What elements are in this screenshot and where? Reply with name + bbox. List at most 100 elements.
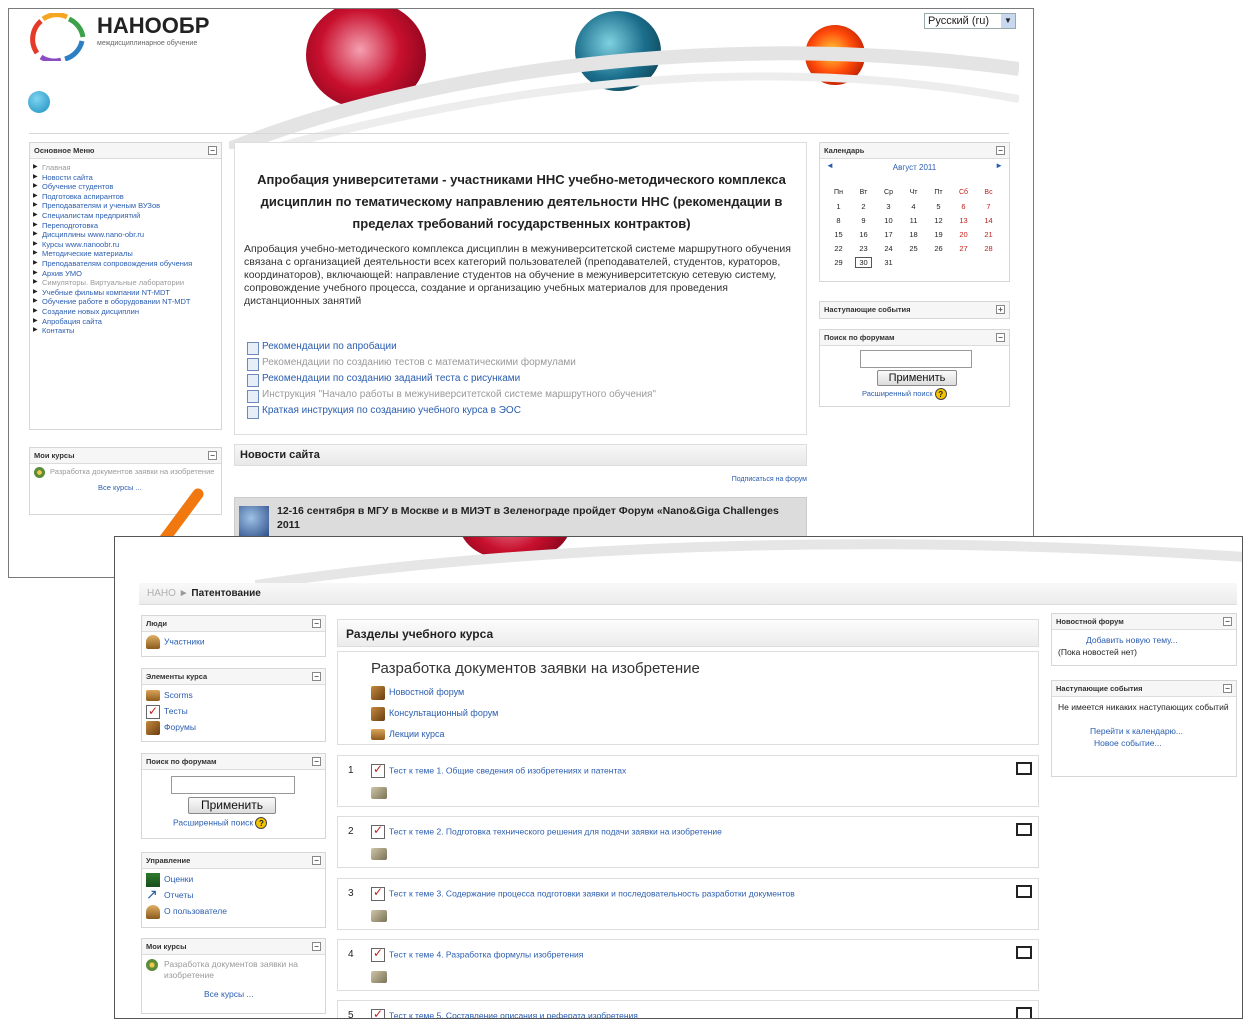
topic-quiz-link[interactable]: Тест к теме 1. Общие сведения об изобрет… (389, 765, 626, 775)
topic-quiz-link[interactable]: Тест к теме 2. Подготовка технического р… (389, 826, 722, 836)
highlight-checkbox[interactable] (1016, 762, 1032, 775)
edit-icon[interactable] (371, 848, 387, 860)
calendar-day[interactable]: 2 (851, 199, 876, 213)
forums-link[interactable]: Форумы (164, 722, 196, 732)
calendar-day[interactable]: 26 (926, 241, 951, 255)
calendar-day[interactable]: 25 (901, 241, 926, 255)
collapse-icon[interactable]: − (996, 333, 1005, 342)
edit-icon[interactable] (371, 787, 387, 799)
main-menu-item[interactable]: Специалистам предприятий (33, 211, 217, 221)
main-menu-item[interactable]: Симуляторы. Виртуальные лаборатории (33, 278, 217, 288)
calendar-day[interactable]: 6 (951, 199, 976, 213)
calendar-day[interactable]: 20 (951, 227, 976, 241)
calendar-day[interactable]: 21 (976, 227, 1001, 241)
main-menu-item[interactable]: Преподавателям сопровождения обучения (33, 259, 217, 269)
reports-link[interactable]: Отчеты (164, 890, 193, 900)
calendar-day[interactable]: 4 (901, 199, 926, 213)
recommendation-link[interactable]: Инструкция "Начало работы в межуниверсит… (245, 387, 656, 403)
my-course-link[interactable]: Разработка документов заявки на изобрете… (164, 959, 298, 980)
calendar-day[interactable]: 15 (826, 227, 851, 241)
calendar-day[interactable]: 8 (826, 213, 851, 227)
highlight-checkbox[interactable] (1016, 1007, 1032, 1018)
calendar-next-icon[interactable]: ► (995, 161, 1003, 170)
news-forum-link[interactable]: Новостной форум (389, 687, 464, 697)
new-event-link[interactable]: Новое событие... (1058, 737, 1230, 749)
my-course-link[interactable]: Разработка документов заявки на изобрете… (50, 467, 214, 476)
collapse-icon[interactable]: − (312, 672, 321, 681)
calendar-day[interactable]: 9 (851, 213, 876, 227)
calendar-day[interactable]: 18 (901, 227, 926, 241)
main-menu-item[interactable]: Архив УМО (33, 269, 217, 279)
edit-icon[interactable] (371, 971, 387, 983)
main-menu-item[interactable]: Контакты (33, 326, 217, 336)
lectures-link[interactable]: Лекции курса (389, 729, 445, 739)
highlight-checkbox[interactable] (1016, 823, 1032, 836)
main-menu-item[interactable]: Преподавателям и ученым ВУЗов (33, 201, 217, 211)
grades-link[interactable]: Оценки (164, 874, 193, 884)
calendar-day[interactable]: 10 (876, 213, 901, 227)
tests-link[interactable]: Тесты (164, 706, 188, 716)
calendar-day[interactable]: 29 (826, 255, 851, 269)
highlight-checkbox[interactable] (1016, 885, 1032, 898)
advanced-search-link[interactable]: Расширенный поиск (173, 817, 253, 827)
collapse-icon[interactable]: − (1223, 617, 1232, 626)
calendar-day[interactable]: 16 (851, 227, 876, 241)
forum-search-button[interactable]: Применить (877, 370, 957, 386)
calendar-day[interactable]: 12 (926, 213, 951, 227)
calendar-day[interactable]: 1 (826, 199, 851, 213)
forum-search-input[interactable] (171, 776, 295, 794)
calendar-month[interactable]: Август 2011 (820, 163, 1009, 172)
goto-calendar-link[interactable]: Перейти к календарю... (1058, 713, 1230, 737)
main-menu-item[interactable]: Апробация сайта (33, 317, 217, 327)
calendar-day[interactable]: 30 (851, 255, 876, 269)
recommendation-link[interactable]: Рекомендации по созданию заданий теста с… (245, 371, 656, 387)
topic-quiz-link[interactable]: Тест к теме 4. Разработка формулы изобре… (389, 949, 583, 959)
scorms-link[interactable]: Scorms (164, 690, 193, 700)
calendar-day[interactable]: 31 (876, 255, 901, 269)
advanced-search-link[interactable]: Расширенный поиск (862, 389, 933, 398)
news-item-title[interactable]: 12-16 сентября в МГУ в Москве и в МИЭТ в… (277, 504, 797, 532)
calendar-day[interactable]: 24 (876, 241, 901, 255)
participants-link[interactable]: Участники (164, 636, 205, 646)
profile-link[interactable]: О пользователе (164, 906, 227, 916)
help-icon[interactable]: ? (255, 817, 268, 829)
collapse-icon[interactable]: − (312, 942, 321, 951)
main-menu-item[interactable]: Создание новых дисциплин (33, 307, 217, 317)
main-menu-item[interactable]: Учебные фильмы компании NT-MDT (33, 288, 217, 298)
calendar-day[interactable]: 22 (826, 241, 851, 255)
help-icon[interactable]: ? (934, 388, 947, 400)
calendar-day[interactable]: 3 (876, 199, 901, 213)
all-courses-link[interactable]: Все курсы ... (142, 981, 325, 999)
main-menu-item[interactable]: Переподготовка (33, 221, 217, 231)
collapse-icon[interactable]: − (208, 146, 217, 155)
add-topic-link[interactable]: Добавить новую тему... (1058, 634, 1230, 646)
calendar-day[interactable]: 17 (876, 227, 901, 241)
calendar-day[interactable]: 28 (976, 241, 1001, 255)
main-menu-item[interactable]: Методические материалы (33, 249, 217, 259)
main-menu-item[interactable]: Новости сайта (33, 173, 217, 183)
calendar-day[interactable]: 7 (976, 199, 1001, 213)
collapse-icon[interactable]: − (312, 619, 321, 628)
forum-search-input[interactable] (860, 350, 972, 368)
collapse-icon[interactable]: − (312, 757, 321, 766)
calendar-day[interactable]: 11 (901, 213, 926, 227)
subscribe-forum-link[interactable]: Подписаться на форум (659, 476, 807, 483)
forum-search-button[interactable]: Применить (188, 797, 276, 814)
highlight-checkbox[interactable] (1016, 946, 1032, 959)
language-select[interactable]: Русский (ru) ▼ (924, 13, 1016, 29)
breadcrumb-home-link[interactable]: НАНО (147, 588, 176, 599)
topic-quiz-link[interactable]: Тест к теме 3. Содержание процесса подго… (389, 888, 795, 898)
calendar-day[interactable]: 13 (951, 213, 976, 227)
home-icon[interactable] (28, 91, 50, 113)
main-menu-item[interactable]: Курсы www.nanoobr.ru (33, 240, 217, 250)
main-menu-item[interactable]: Дисциплины www.nano-obr.ru (33, 230, 217, 240)
chevron-down-icon[interactable]: ▼ (1001, 14, 1015, 28)
recommendation-link[interactable]: Рекомендации по созданию тестов с матема… (245, 355, 656, 371)
calendar-day[interactable]: 14 (976, 213, 1001, 227)
main-menu-item[interactable]: Обучение работе в оборудовании NT-MDT (33, 297, 217, 307)
calendar-day[interactable]: 5 (926, 199, 951, 213)
topic-quiz-link[interactable]: Тест к теме 5. Составление описания и ре… (389, 1010, 638, 1018)
recommendation-link[interactable]: Краткая инструкция по созданию учебного … (245, 403, 656, 419)
expand-icon[interactable]: + (996, 305, 1005, 314)
main-menu-item[interactable]: Обучение студентов (33, 182, 217, 192)
